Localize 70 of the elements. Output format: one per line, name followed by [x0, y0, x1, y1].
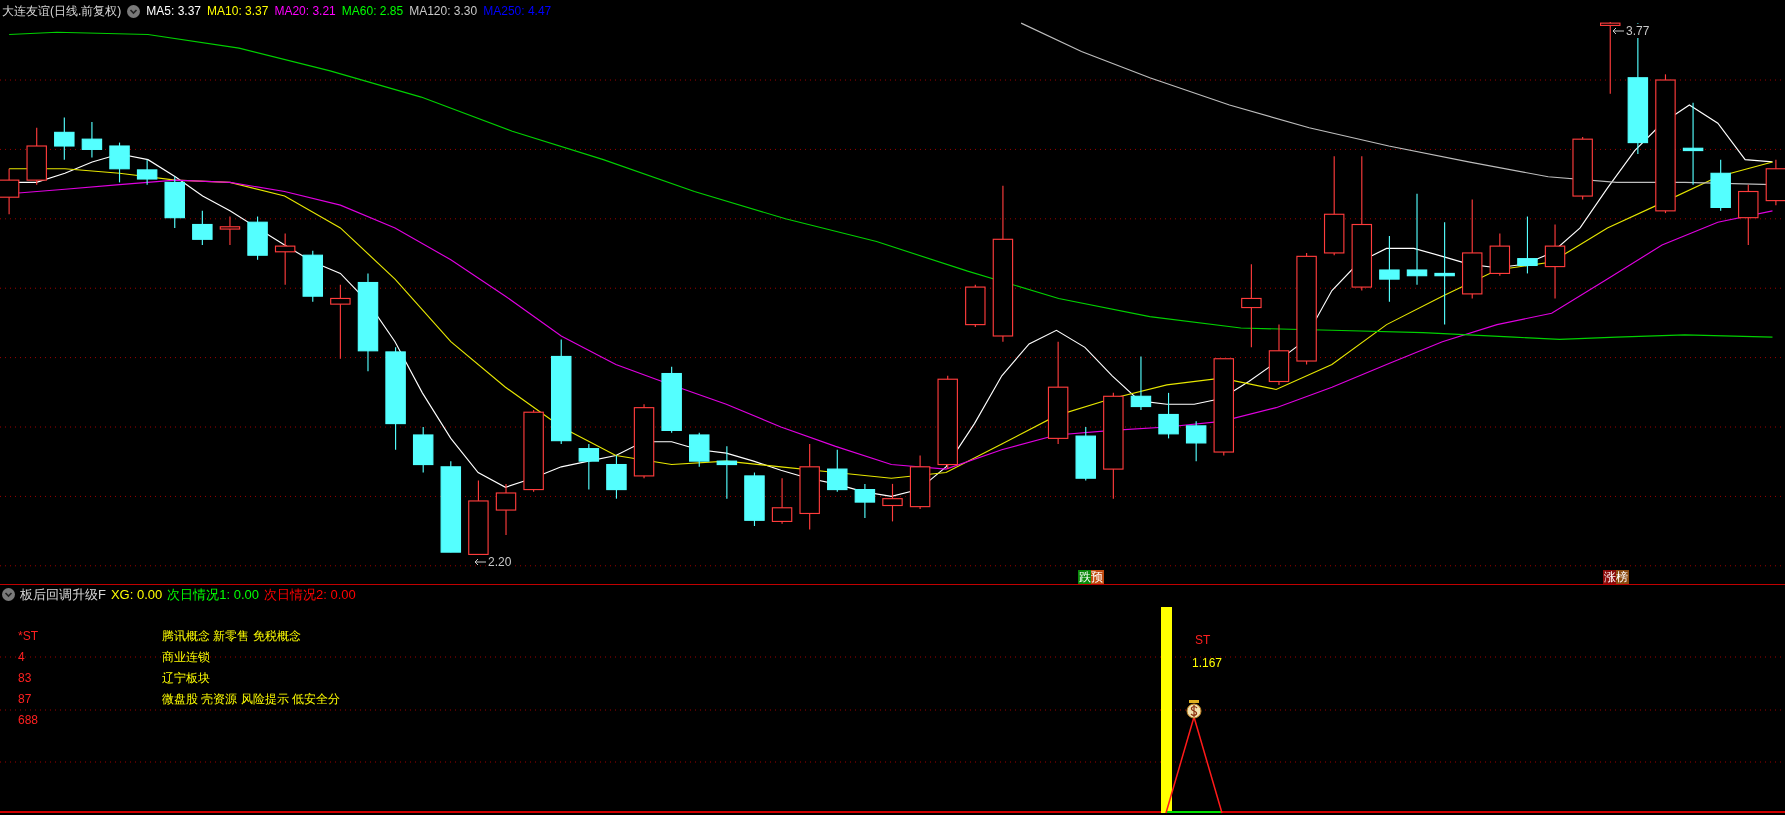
signal-label: ST [1195, 633, 1211, 647]
moving-average-value: MA60: 2.85 [341, 4, 404, 18]
candlestick [1572, 136, 1593, 201]
signal-value: 1.167 [1192, 656, 1223, 670]
candlestick [412, 426, 434, 474]
candlestick [689, 432, 710, 468]
candlestick [771, 477, 793, 525]
concept-tags: 腾讯概念 新零售 免税概念 [162, 626, 340, 647]
candlestick [909, 454, 931, 510]
signal-badge: 跌预 [1078, 570, 1104, 584]
candlestick [1765, 159, 1785, 206]
moving-average-value: MA20: 3.21 [274, 4, 336, 18]
moving-average-value: MA5: 3.37 [146, 4, 202, 18]
moving-average-value: MA120: 3.30 [409, 4, 478, 18]
candlestick [247, 215, 268, 261]
candlestick [827, 449, 848, 493]
candlestick [1710, 159, 1731, 212]
candlestick [495, 483, 517, 536]
arrow-icon [1612, 27, 1624, 35]
candlestick [192, 210, 213, 246]
moving-average-value: MA250: 4.47 [483, 4, 552, 18]
candlestick [606, 454, 627, 500]
candlestick [744, 471, 765, 527]
candlestick [1268, 324, 1290, 386]
price-label: 2.20 [488, 555, 512, 569]
candlestick [109, 142, 130, 183]
candlestick [661, 366, 682, 434]
candlestick [302, 250, 323, 303]
money-bag-icon [1186, 700, 1202, 719]
arrow-icon [474, 558, 486, 566]
stock-code-tag: *ST [18, 626, 162, 647]
candlestick [1489, 233, 1511, 277]
indicator-value: 次日情况1: 0.00 [167, 585, 260, 604]
candlestick [1075, 426, 1096, 482]
candlestick [136, 159, 158, 186]
stock-code-tag: 87 [18, 689, 162, 710]
candlestick [1130, 355, 1152, 411]
candlestick [1158, 392, 1179, 439]
candlestick [219, 215, 241, 246]
dropdown-icon[interactable] [2, 588, 15, 601]
candlestick [716, 445, 738, 500]
candlestick [164, 176, 185, 229]
stock-code-tag: 4 [18, 647, 162, 668]
candlestick [882, 483, 903, 522]
baseline-segment [1166, 811, 1223, 813]
candlestick [1379, 235, 1400, 303]
candlestick [81, 121, 103, 158]
indicator-value: 次日情况2: 0.00 [264, 585, 356, 604]
moving-average-value: MA10: 3.37 [207, 4, 269, 18]
candlestick [965, 284, 986, 328]
candlestick [1517, 215, 1538, 274]
stock-code-tag: 688 [18, 710, 162, 731]
candlestick [274, 233, 296, 286]
price-label: 3.77 [1626, 24, 1650, 38]
indicator-value: XG: 0.00 [110, 587, 163, 602]
candlestick [1185, 420, 1207, 462]
candlestick [578, 443, 600, 491]
candlestick [54, 117, 75, 161]
concept-tags: 商业连锁 [162, 647, 340, 668]
concept-tags: 辽宁板块 [162, 668, 340, 689]
candlestick [0, 168, 20, 215]
dropdown-icon[interactable] [127, 4, 141, 18]
candlestick [1738, 184, 1759, 246]
signal-badge: 涨榜 [1603, 570, 1629, 584]
chart-title: 大连友谊(日线.前复权) [2, 2, 122, 20]
concept-tags: 微盘股 壳资源 风险提示 低安全分 [162, 689, 340, 710]
indicator-title: 板后回调升级F [20, 585, 106, 604]
stock-code-tag: 83 [18, 668, 162, 689]
candlestick [854, 483, 876, 519]
candlestick [26, 127, 47, 186]
